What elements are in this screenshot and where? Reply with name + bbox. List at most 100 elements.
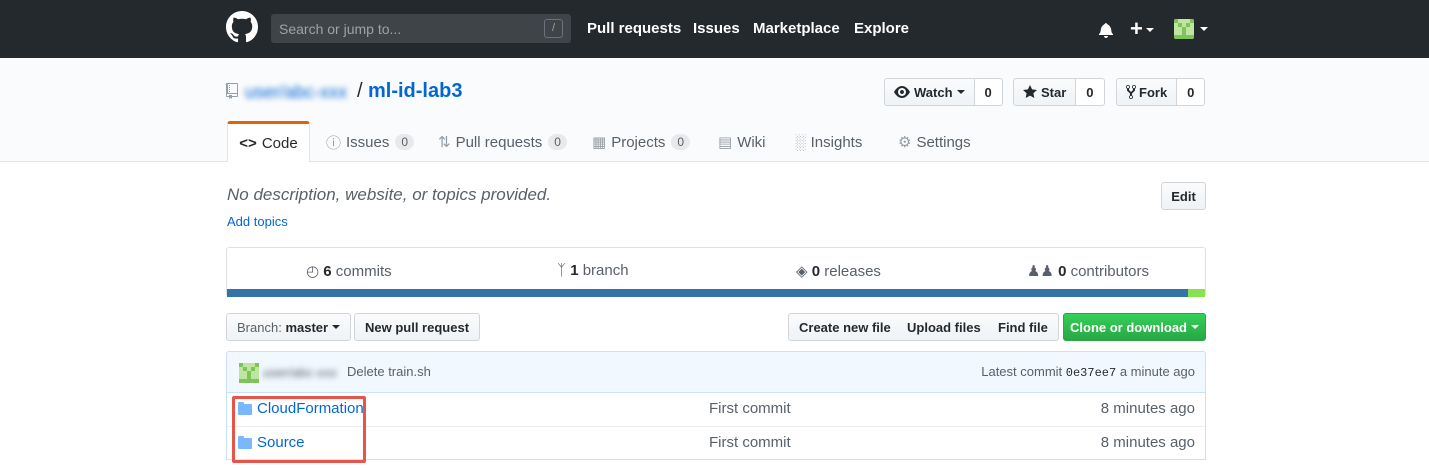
graph-icon: ░ [795, 133, 806, 151]
fork-button[interactable]: Fork [1116, 78, 1178, 106]
tab-issues-label: Issues [346, 133, 390, 151]
commits-link[interactable]: ◴ 6 commits [306, 262, 392, 280]
nav-issues[interactable]: Issues [693, 20, 740, 37]
contributors-link[interactable]: ♟♟ 0 contributors [1027, 262, 1149, 280]
bell-icon[interactable] [1099, 22, 1113, 38]
branch-prefix: Branch: [237, 319, 282, 335]
commits-label: commits [335, 263, 392, 280]
gear-icon: ⚙ [898, 134, 912, 151]
commit-message-link[interactable]: Delete train.sh [347, 364, 431, 379]
pull-request-icon: ⇅ [438, 134, 451, 151]
history-icon: ◴ [306, 263, 320, 280]
new-menu-button[interactable]: + [1130, 16, 1154, 42]
tab-insights-label: Insights [810, 133, 863, 151]
new-pull-request-button[interactable]: New pull request [354, 313, 481, 341]
tab-projects-label: Projects [611, 133, 666, 151]
repo-description: No description, website, or topics provi… [227, 185, 552, 204]
repo-icon [226, 83, 238, 99]
people-icon: ♟♟ [1027, 263, 1054, 280]
watch-count[interactable]: 0 [974, 78, 1003, 106]
tab-settings[interactable]: ⚙ Settings [898, 122, 971, 162]
pull-requests-counter: 0 [548, 134, 567, 150]
edit-description-button[interactable]: Edit [1161, 182, 1206, 210]
clone-or-download-button[interactable]: Clone or download [1063, 313, 1206, 341]
commit-author-avatar[interactable] [239, 363, 259, 383]
nav-explore[interactable]: Explore [854, 20, 909, 37]
releases-count: 0 [811, 263, 821, 280]
tab-pull-requests-label: Pull requests [455, 133, 543, 151]
folder-icon [238, 436, 252, 449]
tab-issues[interactable]: ⓘ Issues 0 [326, 122, 415, 162]
github-logo-icon[interactable] [226, 11, 258, 43]
table-row: Source First commit 8 minutes ago [227, 426, 1205, 459]
file-name-link[interactable]: CloudFormation [257, 400, 364, 417]
tab-pull-requests[interactable]: ⇅ Pull requests 0 [438, 122, 567, 162]
tab-settings-label: Settings [916, 133, 971, 151]
file-age: 8 minutes ago [1100, 434, 1195, 451]
table-row: CloudFormation First commit 8 minutes ag… [227, 393, 1205, 426]
tab-code[interactable]: <> Code [227, 121, 310, 162]
search-box[interactable]: / [271, 14, 571, 43]
branch-name: master [285, 319, 329, 335]
language-bar[interactable] [227, 289, 1205, 297]
avatar-caret-icon[interactable] [1200, 27, 1208, 31]
plus-icon: + [1130, 16, 1143, 41]
create-new-file-button[interactable]: Create new file [788, 313, 902, 341]
file-commit-message-link[interactable]: First commit [709, 400, 791, 417]
global-header: / Pull requests Issues Marketplace Explo… [0, 0, 1429, 58]
releases-label: releases [824, 263, 881, 280]
folder-icon [238, 402, 252, 415]
identicon-icon [1174, 19, 1194, 39]
commit-age: a minute ago [1119, 364, 1195, 379]
star-count[interactable]: 0 [1076, 78, 1105, 106]
branch-select-button[interactable]: Branch: master [226, 313, 352, 341]
fork-icon [1126, 84, 1136, 100]
file-commit-message-link[interactable]: First commit [709, 434, 791, 451]
repo-name-link[interactable]: ml-id-lab3 [368, 80, 462, 103]
slash-key-hint: / [544, 19, 563, 38]
file-list: CloudFormation First commit 8 minutes ag… [226, 393, 1206, 460]
identicon-icon [239, 363, 259, 383]
code-icon: <> [239, 134, 257, 152]
caret-down-icon [956, 90, 965, 94]
find-file-button[interactable]: Find file [988, 313, 1059, 341]
latest-commit-label: Latest commit [981, 364, 1063, 379]
issues-counter: 0 [395, 134, 415, 150]
repo-header [0, 58, 1429, 162]
caret-down-icon [1191, 325, 1199, 329]
language-segment[interactable] [227, 289, 1189, 297]
nav-marketplace[interactable]: Marketplace [753, 20, 840, 37]
user-avatar[interactable] [1174, 19, 1194, 39]
star-button[interactable]: Star [1013, 78, 1077, 106]
tab-wiki[interactable]: ▤ Wiki [718, 122, 766, 162]
fork-count[interactable]: 0 [1177, 78, 1206, 106]
tab-insights[interactable]: ░ Insights [795, 122, 862, 162]
book-icon: ▤ [718, 134, 733, 151]
upload-files-button[interactable]: Upload files [897, 313, 992, 341]
branch-count: 1 [570, 262, 579, 279]
nav-pull-requests[interactable]: Pull requests [587, 20, 681, 37]
commit-sha-link[interactable]: 0e37ee7 [1066, 366, 1116, 380]
star-icon [1023, 85, 1037, 98]
file-name-link[interactable]: Source [257, 434, 305, 451]
branches-link[interactable]: ᛉ 1 branch [557, 262, 629, 279]
repo-owner-link[interactable]: user/abc-xxx [245, 82, 347, 103]
watch-label: Watch [914, 84, 953, 100]
releases-link[interactable]: ◈ 0 releases [796, 262, 881, 280]
search-input[interactable] [271, 14, 531, 43]
tag-icon: ◈ [796, 263, 808, 280]
issue-icon: ⓘ [326, 134, 342, 152]
fork-group: Fork 0 [1116, 78, 1206, 106]
tab-wiki-label: Wiki [737, 133, 766, 151]
tab-code-label: Code [261, 134, 298, 152]
contributors-label: contributors [1070, 263, 1149, 280]
tab-projects[interactable]: ▦ Projects 0 [592, 122, 691, 162]
repo-path-separator: / [357, 80, 363, 102]
star-group: Star 0 [1013, 78, 1105, 106]
commit-author-link[interactable]: user/abc-xxx [263, 365, 337, 380]
projects-counter: 0 [671, 134, 691, 150]
watch-button[interactable]: Watch [884, 78, 975, 106]
language-segment[interactable] [1188, 289, 1205, 297]
add-topics-link[interactable]: Add topics [227, 214, 288, 229]
caret-down-icon [1145, 28, 1154, 33]
